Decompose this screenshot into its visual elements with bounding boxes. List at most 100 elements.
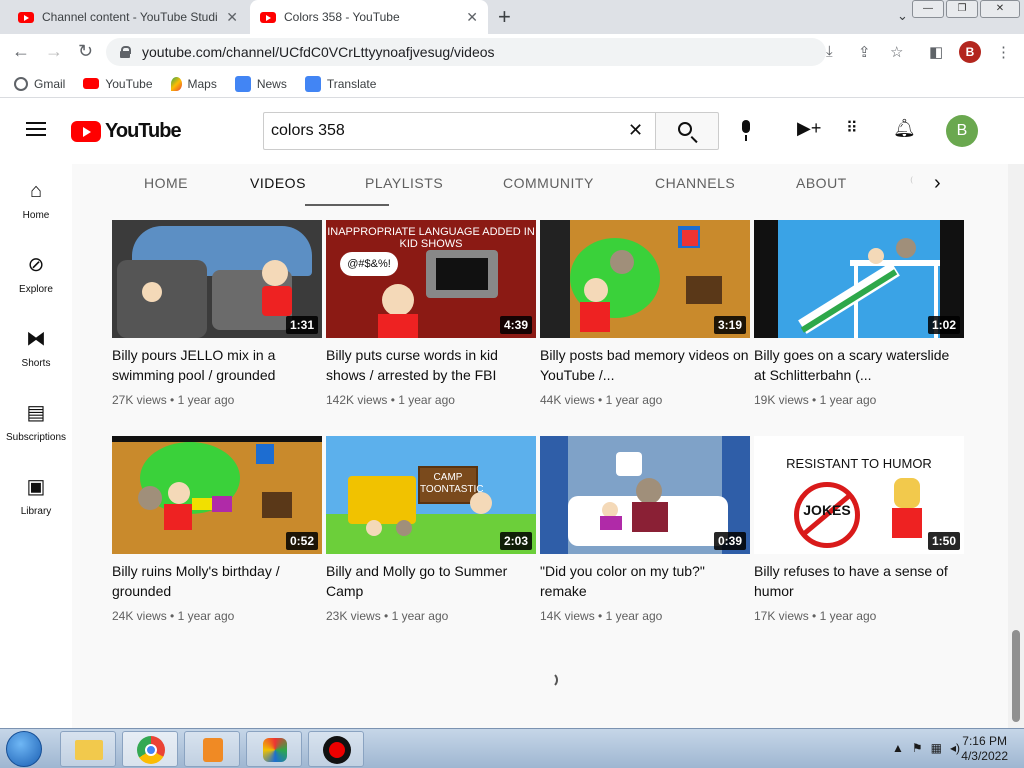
reload-icon[interactable]: ↻: [78, 41, 93, 62]
clear-search-icon[interactable]: ✕: [628, 120, 643, 141]
video-card[interactable]: 0:52 Billy ruins Molly's birthday / grou…: [112, 436, 322, 623]
close-window-button[interactable]: ✕: [980, 0, 1020, 18]
colorful-app-icon: [263, 738, 287, 762]
address-bar[interactable]: youtube.com/channel/UCfdC0VCrLttyynoafjv…: [106, 38, 826, 66]
video-card[interactable]: 3:19 Billy posts bad memory videos on Yo…: [540, 220, 750, 407]
video-card[interactable]: INAPPROPRIATE LANGUAGE ADDED IN KID SHOW…: [326, 220, 536, 407]
side-panel-icon[interactable]: ◧: [929, 43, 943, 61]
browser-profile-avatar[interactable]: B: [959, 41, 981, 63]
video-card[interactable]: 1:31 Billy pours JELLO mix in a swimming…: [112, 220, 322, 407]
taskbar-recorder[interactable]: [308, 731, 364, 767]
sidebar-label: Shorts: [21, 358, 51, 369]
taskbar-chrome[interactable]: [122, 731, 178, 767]
forward-arrow-icon[interactable]: →: [45, 41, 63, 62]
microphone-icon[interactable]: [740, 120, 752, 142]
video-title[interactable]: Billy and Molly go to Summer Camp: [326, 561, 536, 601]
youtube-logo[interactable]: YouTube: [71, 120, 182, 143]
tab-home[interactable]: HOME: [144, 175, 188, 191]
video-title[interactable]: Billy puts curse words in kid shows / ar…: [326, 345, 536, 385]
video-title[interactable]: Billy pours JELLO mix in a swimming pool…: [112, 345, 322, 385]
tab-playlists[interactable]: PLAYLISTS: [365, 175, 443, 191]
video-duration: 2:03: [499, 532, 532, 550]
video-card[interactable]: 1:02 Billy goes on a scary waterslide at…: [754, 220, 964, 407]
bookmarks-bar: Gmail YouTube Maps News Translate: [0, 70, 1024, 98]
close-tab-icon[interactable]: ✕: [466, 9, 478, 26]
start-button[interactable]: [6, 731, 42, 767]
video-thumbnail[interactable]: 1:31: [112, 220, 322, 338]
windows-taskbar: ▲ ⚑ ▦ ◂) 7:16 PM 4/3/2022: [0, 728, 1024, 768]
tab-community[interactable]: COMMUNITY: [503, 175, 594, 191]
video-thumbnail[interactable]: INAPPROPRIATE LANGUAGE ADDED IN KID SHOW…: [326, 220, 536, 338]
minimize-button[interactable]: —: [912, 0, 944, 18]
channel-tabs: HOME VIDEOS PLAYLISTS COMMUNITY CHANNELS…: [72, 164, 1008, 206]
taskbar-file-explorer[interactable]: [60, 731, 116, 767]
video-duration: 4:39: [499, 316, 532, 334]
video-duration: 1:31: [285, 316, 318, 334]
video-title[interactable]: Billy refuses to have a sense of humor: [754, 561, 964, 601]
guide-sidebar: ⌂ Home ⊘ Explore ⧓ Shorts ▤ Subscription…: [0, 164, 72, 728]
new-tab-button[interactable]: +: [498, 4, 511, 30]
chevron-right-icon[interactable]: ›: [934, 172, 941, 195]
search-value: colors 358: [271, 122, 345, 139]
network-icon[interactable]: ▦: [931, 741, 942, 755]
taskbar-paint-app[interactable]: [246, 731, 302, 767]
search-input[interactable]: colors 358: [263, 112, 656, 150]
action-center-icon[interactable]: ⚑: [912, 741, 923, 755]
browser-tab-studio[interactable]: Channel content - YouTube Studi ✕: [8, 0, 248, 34]
restore-button[interactable]: ❐: [946, 0, 978, 18]
taskbar-clock[interactable]: 7:16 PM 4/3/2022: [961, 734, 1008, 764]
bookmark-maps[interactable]: Maps: [170, 76, 217, 91]
volume-icon[interactable]: ◂): [950, 741, 960, 755]
sidebar-label: Library: [20, 506, 52, 517]
compass-icon: ⊘: [27, 254, 45, 276]
tab-about[interactable]: ABOUT: [796, 175, 847, 191]
video-card[interactable]: CAMP TOONTASTIC 2:03 Billy and Molly go …: [326, 436, 536, 623]
video-thumbnail[interactable]: 1:02: [754, 220, 964, 338]
video-title[interactable]: "Did you color on my tub?" remake: [540, 561, 750, 601]
notifications-bell-icon[interactable]: 🔔︎: [893, 118, 916, 139]
video-title[interactable]: Billy posts bad memory videos on YouTube…: [540, 345, 750, 385]
share-icon[interactable]: ⇪: [858, 43, 871, 61]
apps-grid-icon[interactable]: ⠿: [846, 118, 858, 138]
browser-tab-colors[interactable]: Colors 358 - YouTube ✕: [250, 0, 488, 34]
create-video-icon[interactable]: ▶︎+: [797, 118, 821, 139]
video-duration: 1:02: [927, 316, 960, 334]
account-avatar[interactable]: B: [946, 115, 978, 147]
video-thumbnail[interactable]: CAMP TOONTASTIC 2:03: [326, 436, 536, 554]
browser-menu-icon[interactable]: ⋮: [996, 43, 1011, 61]
video-title[interactable]: Billy goes on a scary waterslide at Schl…: [754, 345, 964, 385]
news-icon: [234, 75, 251, 92]
video-thumbnail[interactable]: 0:39: [540, 436, 750, 554]
tray-expand-icon[interactable]: ▲: [892, 741, 904, 755]
bookmark-news[interactable]: News: [234, 75, 287, 92]
video-thumbnail[interactable]: 3:19: [540, 220, 750, 338]
bookmark-gmail[interactable]: Gmail: [14, 76, 65, 91]
install-icon[interactable]: ⤓: [826, 43, 833, 60]
shorts-icon: ⧓: [26, 328, 46, 350]
video-card[interactable]: 0:39 "Did you color on my tub?" remake 1…: [540, 436, 750, 623]
back-arrow-icon[interactable]: ←: [12, 41, 30, 62]
sidebar-item-subscriptions[interactable]: ▤ Subscriptions: [0, 402, 72, 443]
sidebar-item-shorts[interactable]: ⧓ Shorts: [0, 328, 72, 369]
url-text: youtube.com/channel/UCfdC0VCrLttyynoafjv…: [142, 44, 495, 60]
close-tab-icon[interactable]: ✕: [226, 9, 238, 26]
taskbar-media-player[interactable]: [184, 731, 240, 767]
hamburger-menu-icon[interactable]: [26, 122, 46, 136]
video-thumbnail[interactable]: 0:52: [112, 436, 322, 554]
bookmark-star-icon[interactable]: ☆: [890, 43, 903, 61]
sidebar-item-library[interactable]: ▣ Library: [0, 476, 72, 517]
sidebar-item-home[interactable]: ⌂ Home: [0, 180, 72, 221]
page-scrollbar[interactable]: [1008, 164, 1024, 728]
tab-videos[interactable]: VIDEOS: [250, 175, 306, 191]
video-card[interactable]: RESISTANT TO HUMOR JOKES 1:50 Billy refu…: [754, 436, 964, 623]
bookmark-translate[interactable]: Translate: [304, 75, 376, 92]
bookmark-youtube[interactable]: YouTube: [83, 77, 153, 91]
video-title[interactable]: Billy ruins Molly's birthday / grounded: [112, 561, 322, 601]
video-thumbnail[interactable]: RESISTANT TO HUMOR JOKES 1:50: [754, 436, 964, 554]
tab-channels[interactable]: CHANNELS: [655, 175, 735, 191]
tab-search-icon[interactable]: ⌄: [897, 8, 908, 24]
sidebar-item-explore[interactable]: ⊘ Explore: [0, 254, 72, 295]
subscriptions-icon: ▤: [26, 402, 46, 424]
search-button[interactable]: [655, 112, 719, 150]
scrollbar-thumb[interactable]: [1012, 630, 1020, 722]
